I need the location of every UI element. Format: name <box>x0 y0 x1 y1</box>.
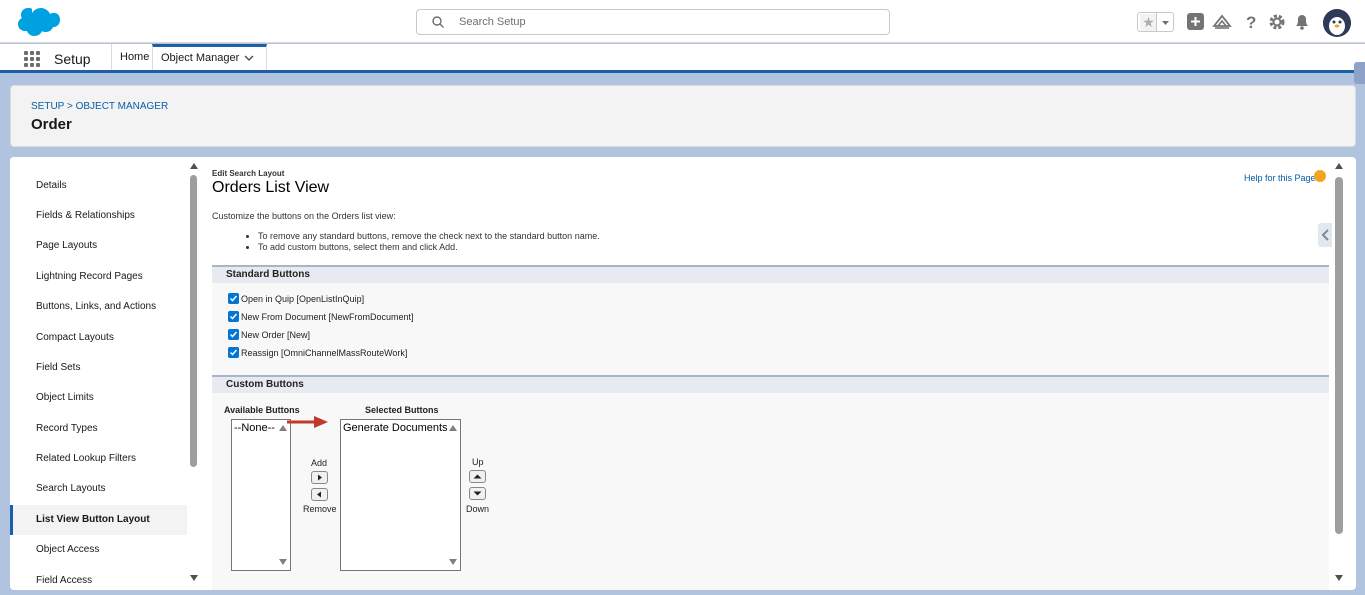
star-icon[interactable]: ★ <box>1140 14 1157 31</box>
tab-home[interactable]: Home <box>111 44 157 70</box>
sidebar-item-fields-relationships[interactable]: Fields & Relationships <box>10 201 187 231</box>
arrow-down-icon <box>473 491 482 496</box>
breadcrumb: SETUP > OBJECT MANAGER <box>31 101 168 112</box>
chevron-left-icon <box>1321 229 1329 241</box>
utility-edge-tab[interactable] <box>1354 62 1365 84</box>
sidebar-item-compact-layouts[interactable]: Compact Layouts <box>10 323 187 353</box>
available-buttons-label: Available Buttons <box>224 405 300 415</box>
sidebar-item-list-view-button-layout[interactable]: List View Button Layout <box>10 505 187 535</box>
standard-button-label: New From Document [NewFromDocument] <box>241 312 414 322</box>
avatar-image <box>1323 9 1351 37</box>
tab-object-manager[interactable]: Object Manager <box>152 44 267 70</box>
page-title: Order <box>31 116 72 133</box>
checkbox-checked[interactable] <box>228 311 239 322</box>
body-card: Details Fields & Relationships Page Layo… <box>10 157 1356 590</box>
collapse-panel-tab[interactable] <box>1318 223 1332 247</box>
down-label: Down <box>466 504 490 514</box>
scroll-up-arrow-icon[interactable] <box>1334 161 1344 171</box>
remove-label: Remove <box>303 504 337 514</box>
object-sidebar: Details Fields & Relationships Page Layo… <box>10 157 200 590</box>
sidebar-item-details[interactable]: Details <box>10 171 187 201</box>
sidebar-item-field-sets[interactable]: Field Sets <box>10 353 187 383</box>
app-launcher-icon[interactable] <box>24 51 40 67</box>
scroll-up-arrow-icon[interactable] <box>189 161 199 171</box>
up-label: Up <box>472 457 484 467</box>
search-setup-box[interactable] <box>416 9 890 35</box>
instruction-list: To remove any standard buttons, remove t… <box>258 231 600 253</box>
move-up-button[interactable] <box>469 470 486 483</box>
arrow-right-icon <box>318 474 322 481</box>
breadcrumb-object-manager-link[interactable]: OBJECT MANAGER <box>76 101 169 112</box>
breadcrumb-setup-link[interactable]: SETUP <box>31 101 64 112</box>
svg-text:?: ? <box>1246 13 1256 32</box>
standard-button-label: New Order [New] <box>241 330 311 340</box>
instruction-item: To remove any standard buttons, remove t… <box>258 231 600 242</box>
sidebar-item-buttons-links-actions[interactable]: Buttons, Links, and Actions <box>10 292 187 322</box>
selected-option[interactable]: Generate Documents <box>343 422 448 434</box>
available-buttons-listbox[interactable]: --None-- <box>231 419 291 571</box>
sidebar-item-record-types[interactable]: Record Types <box>10 414 187 444</box>
instruction-item: To add custom buttons, select them and c… <box>258 242 600 253</box>
global-header: ★ ? <box>0 0 1365 43</box>
caret-down-icon <box>1162 21 1169 25</box>
listbox-scroll-arrows[interactable] <box>448 422 458 568</box>
chevron-down-icon[interactable] <box>244 55 254 61</box>
checkbox-checked[interactable] <box>228 329 239 340</box>
context-navigation-bar: Setup Home Object Manager <box>0 44 1365 73</box>
app-name: Setup <box>54 51 91 67</box>
standard-buttons-header: Standard Buttons <box>212 265 1329 283</box>
global-actions-plus-icon[interactable] <box>1186 12 1206 32</box>
trailhead-icon[interactable] <box>1212 12 1232 32</box>
search-input[interactable] <box>459 14 859 30</box>
selected-buttons-label: Selected Buttons <box>365 405 439 415</box>
favorites-button-group[interactable]: ★ <box>1137 12 1174 32</box>
sidebar-item-object-limits[interactable]: Object Limits <box>10 383 187 413</box>
sidebar-scrollbar[interactable] <box>188 157 200 590</box>
tab-object-manager-label: Object Manager <box>161 52 240 64</box>
move-down-button[interactable] <box>469 487 486 500</box>
sidebar-item-lightning-record-pages[interactable]: Lightning Record Pages <box>10 262 187 292</box>
available-option[interactable]: --None-- <box>234 422 275 434</box>
search-icon <box>432 16 444 28</box>
edit-search-layout-label: Edit Search Layout <box>212 169 285 178</box>
listbox-scroll-arrows[interactable] <box>278 422 288 568</box>
main-scrollbar[interactable] <box>1332 157 1346 590</box>
sidebar-item-search-layouts[interactable]: Search Layouts <box>10 474 187 504</box>
tab-home-label: Home <box>120 51 150 63</box>
intro-text: Customize the buttons on the Orders list… <box>212 211 396 221</box>
sidebar-item-field-access[interactable]: Field Access <box>10 566 187 590</box>
standard-button-label: Open in Quip [OpenListInQuip] <box>241 294 365 304</box>
custom-buttons-header: Custom Buttons <box>212 375 1329 393</box>
main-scroll-thumb[interactable] <box>1335 177 1343 534</box>
checkbox-checked[interactable] <box>228 347 239 358</box>
help-icon[interactable]: ? <box>1241 12 1261 32</box>
arrow-left-icon <box>317 491 321 498</box>
remove-button[interactable] <box>311 488 328 501</box>
sidebar-item-related-lookup-filters[interactable]: Related Lookup Filters <box>10 444 187 474</box>
sidebar-scroll-thumb[interactable] <box>190 175 197 467</box>
gear-icon[interactable] <box>1267 12 1287 32</box>
standard-button-label: Reassign [OmniChannelMassRouteWork] <box>241 348 408 358</box>
help-for-this-page-link[interactable]: Help for this Page <box>1244 173 1316 183</box>
red-arrow-annotation <box>287 416 328 428</box>
checkbox-checked[interactable] <box>228 293 239 304</box>
add-button[interactable] <box>311 471 328 484</box>
scroll-down-arrow-icon[interactable] <box>1334 573 1344 583</box>
favorites-dropdown[interactable] <box>1156 13 1173 31</box>
sidebar-item-object-access[interactable]: Object Access <box>10 535 187 565</box>
user-avatar[interactable] <box>1323 9 1351 37</box>
help-page-icon[interactable] <box>1314 170 1326 182</box>
standard-buttons-section: Open in Quip [OpenListInQuip] New From D… <box>212 283 1329 375</box>
page-header: SETUP > OBJECT MANAGER Order <box>10 85 1356 147</box>
list-view-title: Orders List View <box>212 179 330 196</box>
add-label: Add <box>311 458 328 468</box>
sidebar-item-page-layouts[interactable]: Page Layouts <box>10 231 187 261</box>
salesforce-logo[interactable] <box>12 7 60 39</box>
breadcrumb-separator: > <box>66 101 73 112</box>
notifications-bell-icon[interactable] <box>1292 12 1312 32</box>
arrow-up-icon <box>473 474 482 479</box>
selected-buttons-listbox[interactable]: Generate Documents <box>340 419 461 571</box>
scroll-down-arrow-icon[interactable] <box>189 573 199 583</box>
main-content: Edit Search Layout Orders List View Help… <box>208 157 1333 590</box>
